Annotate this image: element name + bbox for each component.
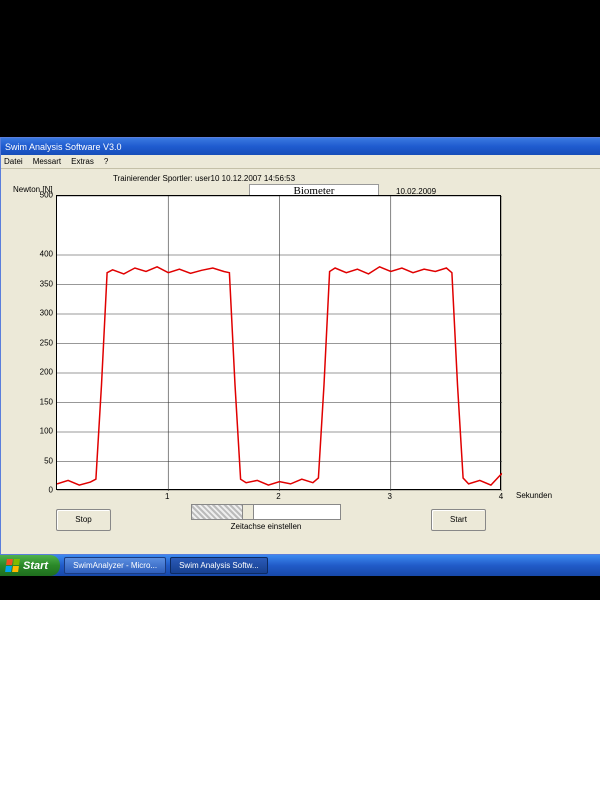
taskbar-item-1[interactable]: SwimAnalyzer - Micro... [64, 557, 166, 574]
stop-button[interactable]: Stop [56, 509, 111, 531]
taskbar-item-2[interactable]: Swim Analysis Softw... [170, 557, 268, 574]
zeitachse-label: Zeitachse einstellen [191, 522, 341, 531]
titlebar[interactable]: Swim Analysis Software V3.0 _ ▢ × [1, 138, 600, 155]
taskbar-item-1-label: SwimAnalyzer - Micro... [73, 561, 157, 570]
start-menu-button[interactable]: Start [0, 555, 60, 576]
y-tick: 50 [31, 456, 53, 465]
y-tick: 300 [31, 309, 53, 318]
app-window: Swim Analysis Software V3.0 _ ▢ × Datei … [0, 137, 600, 555]
content-area: Trainierender Sportler: user10 10.12.200… [1, 169, 600, 554]
y-tick: 350 [31, 279, 53, 288]
taskbar: Start SwimAnalyzer - Micro... Swim Analy… [0, 555, 600, 576]
y-tick: 200 [31, 368, 53, 377]
trainer-value: user10 10.12.2007 14:56:53 [195, 174, 295, 183]
start-button[interactable]: Start [431, 509, 486, 531]
y-tick: 150 [31, 397, 53, 406]
x-tick: 1 [165, 492, 169, 501]
x-axis-label: Sekunden [516, 491, 552, 500]
trainer-info: Trainierender Sportler: user10 10.12.200… [113, 174, 295, 183]
windows-logo-icon [5, 559, 20, 572]
menubar: Datei Messart Extras ? [1, 155, 600, 169]
start-menu-label: Start [23, 560, 48, 572]
y-tick: 0 [31, 486, 53, 495]
x-tick: 4 [499, 492, 503, 501]
taskbar-item-2-label: Swim Analysis Softw... [179, 561, 259, 570]
chart [56, 195, 501, 490]
y-tick: 250 [31, 338, 53, 347]
menu-extras[interactable]: Extras [71, 157, 94, 166]
menu-messart[interactable]: Messart [33, 157, 61, 166]
zeitachse-slider[interactable] [191, 504, 341, 520]
window-title: Swim Analysis Software V3.0 [5, 142, 122, 152]
zeitachse-control: Zeitachse einstellen [191, 504, 341, 531]
x-tick: 2 [276, 492, 280, 501]
trainer-label-text: Trainierender Sportler: [113, 174, 193, 183]
menu-help[interactable]: ? [104, 157, 108, 166]
menu-datei[interactable]: Datei [4, 157, 23, 166]
x-tick: 3 [388, 492, 392, 501]
y-tick: 400 [31, 250, 53, 259]
y-tick: 100 [31, 427, 53, 436]
y-tick: 500 [31, 191, 53, 200]
